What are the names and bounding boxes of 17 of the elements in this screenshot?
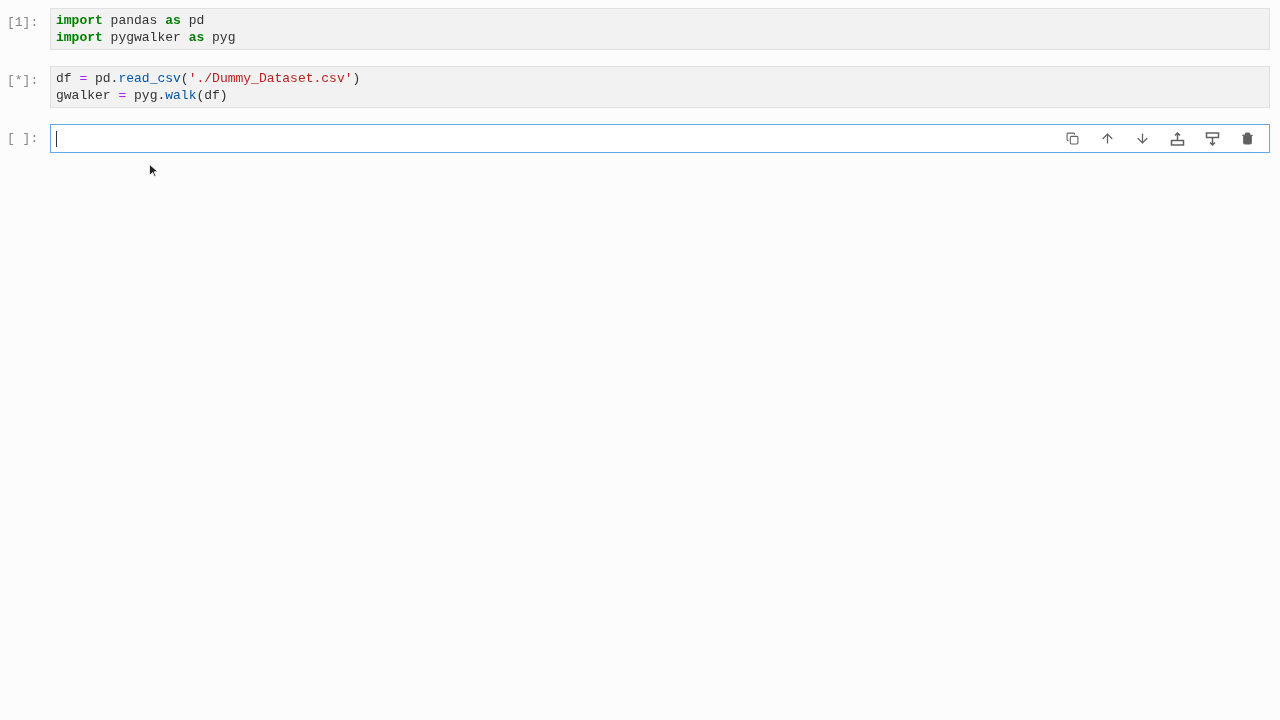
trash-icon [1241, 132, 1254, 145]
cell-prompt: [1]: [6, 14, 40, 31]
code-cell[interactable]: import pandas as pd import pygwalker as pyg [50, 8, 1270, 50]
code-cell[interactable]: df = pd.read_csv('./Dummy_Dataset.csv') gwalker = pyg.walk(df) [50, 66, 1270, 108]
arrow-down-icon [1135, 131, 1150, 146]
active-code-cell[interactable] [50, 124, 1270, 153]
code-line: df = pd.read_csv('./Dummy_Dataset.csv') [56, 70, 361, 87]
insert-above-icon [1170, 131, 1185, 146]
text-cursor [56, 130, 57, 147]
cell-prompt: [*]: [6, 72, 40, 89]
code-line: gwalker = pyg.walk(df) [56, 87, 228, 104]
mouse-pointer-icon [149, 164, 158, 177]
insert-below-icon [1205, 131, 1220, 146]
code-line: import pygwalker as pyg [56, 29, 236, 46]
code-line: import pandas as pd [56, 12, 205, 29]
copy-icon [1066, 132, 1079, 145]
cell-prompt: [ ]: [6, 130, 40, 147]
